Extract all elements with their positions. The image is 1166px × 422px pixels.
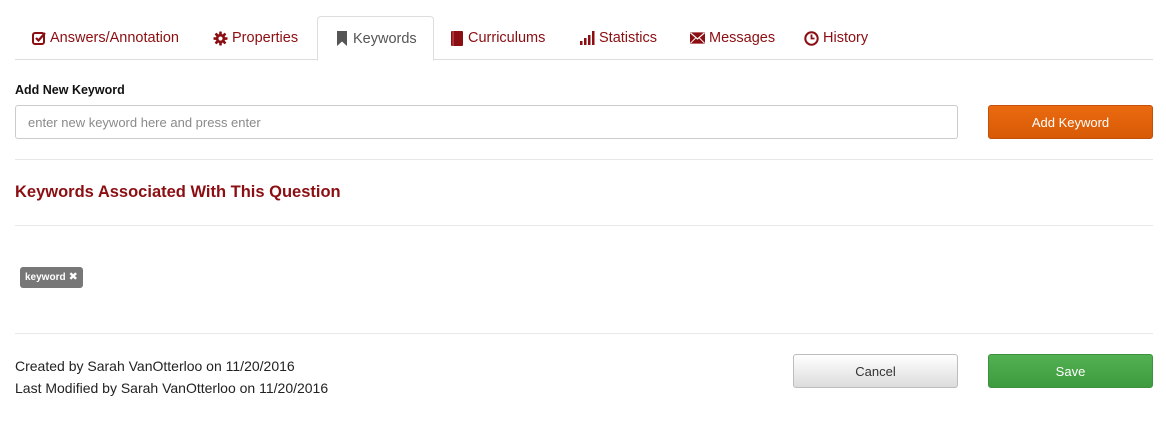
keyword-tag-label: keyword [25,272,66,283]
tab-statistics[interactable]: Statistics [564,16,673,60]
tab-label: Statistics [599,30,658,46]
book-icon [449,30,464,46]
close-icon[interactable]: ✖ [69,272,78,283]
created-by-text: Created by Sarah VanOtterloo on 11/20/20… [15,358,295,374]
divider [15,333,1153,334]
tab-history[interactable]: History [788,16,884,60]
save-button[interactable]: Save [988,354,1153,388]
signal-bars-icon [580,31,595,46]
tab-answers-annotation[interactable]: Answers/Annotation [15,16,195,60]
tab-label: Keywords [353,30,417,47]
divider [15,225,1153,226]
bookmark-icon [334,31,349,46]
tab-label: History [823,30,869,46]
associated-keywords-title: Keywords Associated With This Question [15,183,341,201]
gear-icon [213,30,228,46]
tab-label: Properties [232,30,299,46]
tab-label: Messages [709,30,776,46]
add-keyword-label: Add New Keyword [15,83,125,97]
keyword-tag: keyword ✖ [20,267,83,288]
divider [15,159,1153,160]
tab-label: Answers/Annotation [50,30,179,46]
tab-messages[interactable]: Messages [674,16,791,60]
envelope-icon [690,31,705,46]
tab-label: Curriculums [468,30,546,46]
check-square-icon [31,31,46,46]
modified-by-text: Last Modified by Sarah VanOtterloo on 11… [15,380,329,396]
add-keyword-button[interactable]: Add Keyword [988,105,1153,139]
cancel-button[interactable]: Cancel [793,354,958,388]
keyword-input[interactable] [15,105,958,139]
tab-bar: Answers/Annotation Properties Keywords C… [15,16,1153,61]
tab-properties[interactable]: Properties [197,16,314,60]
tab-keywords[interactable]: Keywords [317,16,434,61]
tab-curriculums[interactable]: Curriculums [433,16,561,60]
record-metadata: Created by Sarah VanOtterloo on 11/20/20… [15,355,328,399]
clock-icon [804,30,819,46]
